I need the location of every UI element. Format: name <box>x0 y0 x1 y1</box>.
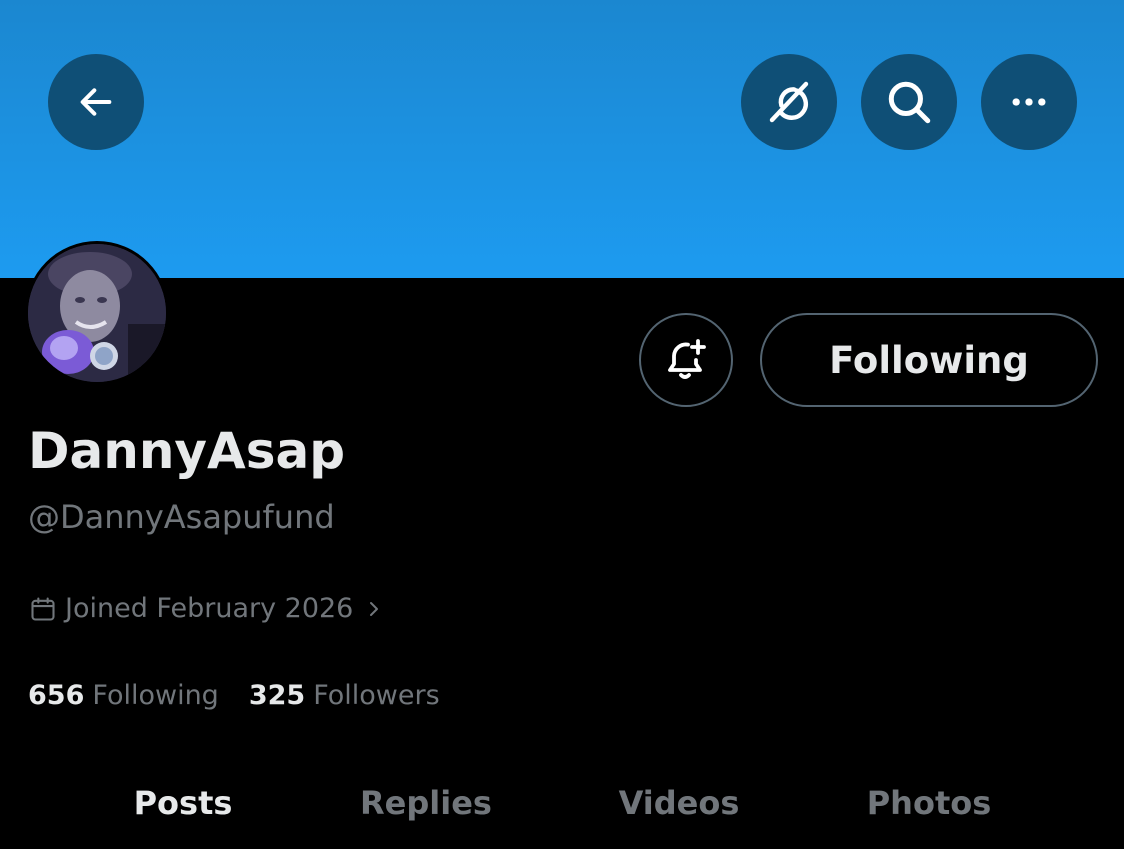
user-handle: @DannyAsapufund <box>28 498 335 536</box>
joined-date-text: Joined February 2026 <box>65 593 354 624</box>
grok-button[interactable] <box>741 54 837 150</box>
followers-count-label: Followers <box>313 680 440 711</box>
followers-count-link[interactable]: 325 Followers <box>249 680 440 711</box>
followers-count: 325 <box>248 680 306 711</box>
search-button[interactable] <box>861 54 957 150</box>
tab-posts[interactable]: Posts <box>134 784 233 822</box>
bell-plus-icon <box>668 339 706 379</box>
arrow-left-icon <box>80 88 112 116</box>
calendar-icon <box>29 595 57 623</box>
following-count: 656 <box>28 680 85 711</box>
grok-icon <box>769 81 809 123</box>
profile-banner <box>0 0 1124 278</box>
following-button-label: Following <box>829 338 1029 382</box>
avatar-image <box>28 244 166 382</box>
profile-tabs: Posts Replies Videos Photos <box>0 770 1124 849</box>
tab-replies[interactable]: Replies <box>360 784 492 822</box>
tab-videos[interactable]: Videos <box>619 784 740 822</box>
chevron-right-icon <box>365 597 383 621</box>
joined-date[interactable]: Joined February 2026 <box>29 593 383 624</box>
avatar[interactable] <box>25 241 169 385</box>
display-name: DannyAsap <box>28 422 346 480</box>
more-horizontal-icon <box>1012 98 1046 106</box>
following-button[interactable]: Following <box>760 313 1098 407</box>
following-count-link[interactable]: 656 Following <box>28 680 219 711</box>
more-options-button[interactable] <box>981 54 1077 150</box>
follow-stats: 656 Following 325 Followers <box>28 680 440 711</box>
tab-photos[interactable]: Photos <box>867 784 992 822</box>
notifications-toggle-button[interactable] <box>639 313 733 407</box>
back-button[interactable] <box>48 54 144 150</box>
search-icon <box>888 81 931 124</box>
following-count-label: Following <box>92 680 219 711</box>
